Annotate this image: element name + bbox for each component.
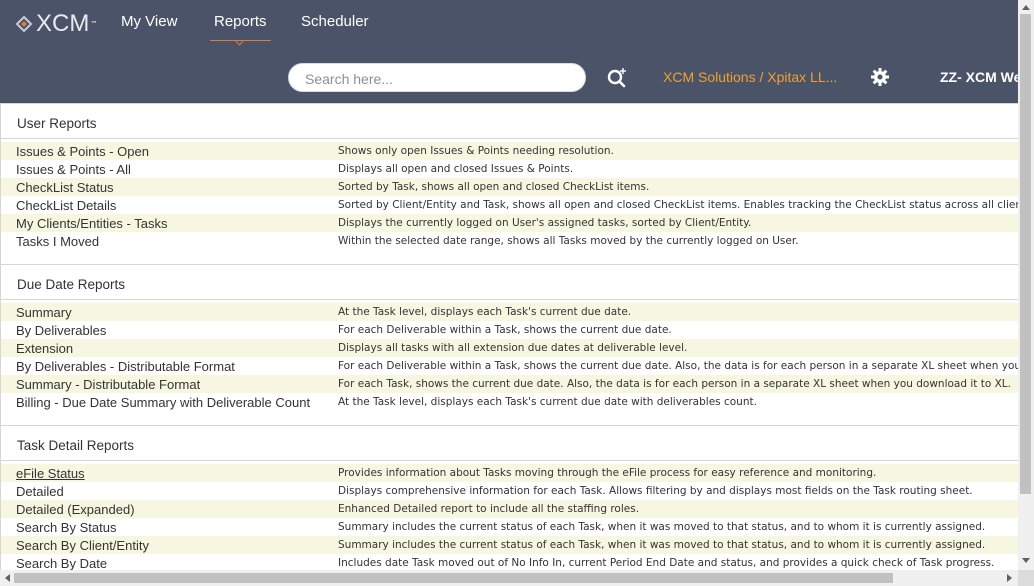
report-name[interactable]: Extension <box>1 341 338 356</box>
report-name[interactable]: CheckList Status <box>1 180 338 195</box>
report-row[interactable]: Billing - Due Date Summary with Delivera… <box>1 393 1018 411</box>
report-description: At the Task level, displays each Task's … <box>338 306 632 318</box>
active-tab-caret-icon <box>234 35 245 46</box>
report-name[interactable]: Billing - Due Date Summary with Delivera… <box>1 395 338 410</box>
report-row[interactable]: Search By Date Includes date Task moved o… <box>1 554 1018 571</box>
report-row[interactable]: Issues & Points - Open Shows only open Is… <box>1 142 1018 160</box>
report-description: Displays all open and closed Issues & Po… <box>338 163 574 175</box>
section-header: Task Detail Reports <box>0 425 1018 461</box>
report-name[interactable]: Summary - Distributable Format <box>1 377 338 392</box>
scroll-left-arrow-icon[interactable] <box>3 573 11 583</box>
report-name[interactable]: eFile Status <box>1 466 338 481</box>
logo-diamond-icon <box>14 14 34 34</box>
scroll-right-arrow-icon[interactable] <box>1006 573 1014 583</box>
report-row[interactable]: eFile Status Provides information about T… <box>1 464 1018 482</box>
logo-trademark: ™ <box>90 20 98 28</box>
vertical-scrollbar-thumb[interactable] <box>1020 14 1031 494</box>
report-description: Summary includes the current status of e… <box>338 521 986 533</box>
nav-scheduler-label: Scheduler <box>301 13 369 30</box>
section-title: User Reports <box>17 116 97 131</box>
nav-reports-label: Reports <box>214 13 267 30</box>
report-description: Shows only open Issues & Points needing … <box>338 145 614 157</box>
report-name[interactable]: Issues & Points - All <box>1 162 338 177</box>
report-name[interactable]: Detailed (Expanded) <box>1 502 338 517</box>
report-row[interactable]: Summary - Distributable Format For each T… <box>1 375 1018 393</box>
section-due-date-reports: Due Date Reports Summary At the Task leve… <box>0 264 1018 425</box>
gear-icon[interactable] <box>870 67 890 87</box>
section-header: User Reports <box>0 103 1018 139</box>
reports-content: User Reports Issues & Points - Open Shows… <box>0 103 1018 570</box>
report-description: Summary includes the current status of e… <box>338 539 986 551</box>
organization-link[interactable]: XCM Solutions / Xpitax LL... <box>663 69 837 85</box>
report-description: Displays comprehensive information for e… <box>338 485 973 497</box>
report-row[interactable]: Tasks I Moved Within the selected date ra… <box>1 232 1018 250</box>
report-row[interactable]: Detailed Displays comprehensive informati… <box>1 482 1018 500</box>
nav-reports[interactable]: Reports <box>210 13 271 46</box>
report-description: Enhanced Detailed report to include all … <box>338 503 640 515</box>
report-name[interactable]: CheckList Details <box>1 198 338 213</box>
logo-text: XCM <box>36 10 90 37</box>
section-title: Task Detail Reports <box>17 438 135 453</box>
report-description: For each Deliverable within a Task, show… <box>338 360 1018 372</box>
report-name[interactable]: My Clients/Entities - Tasks <box>1 216 338 231</box>
report-row[interactable]: CheckList Details Sorted by Client/Entity… <box>1 196 1018 214</box>
user-menu[interactable]: ZZ- XCM We <box>940 69 1018 85</box>
report-description: At the Task level, displays each Task's … <box>338 396 757 408</box>
report-name[interactable]: Summary <box>1 305 338 320</box>
report-row[interactable]: By Deliverables For each Deliverable with… <box>1 321 1018 339</box>
report-description: Displays all tasks with all extension du… <box>338 342 688 354</box>
report-row[interactable]: CheckList Status Sorted by Task, shows al… <box>1 178 1018 196</box>
report-description: Provides information about Tasks moving … <box>338 467 877 479</box>
report-name[interactable]: Detailed <box>1 484 338 499</box>
report-name[interactable]: Tasks I Moved <box>1 234 338 249</box>
scroll-up-arrow-icon[interactable] <box>1021 3 1031 11</box>
nav-my-view[interactable]: My View <box>121 13 177 43</box>
top-header: XCM ™ My View Reports Scheduler XCM Solu… <box>0 0 1018 103</box>
search-add-icon[interactable] <box>606 65 630 89</box>
report-description: Within the selected date range, shows al… <box>338 235 799 247</box>
section-header: Due Date Reports <box>0 264 1018 300</box>
report-row[interactable]: Search By Status Summary includes the cur… <box>1 518 1018 536</box>
scroll-down-arrow-icon[interactable] <box>1021 557 1031 565</box>
horizontal-scrollbar-thumb[interactable] <box>14 573 893 583</box>
section-user-reports: User Reports Issues & Points - Open Shows… <box>0 103 1018 264</box>
search-input[interactable] <box>303 64 567 93</box>
report-name[interactable]: By Deliverables - Distributable Format <box>1 359 338 374</box>
nav-my-view-label: My View <box>121 13 178 30</box>
report-description: Displays the currently logged on User's … <box>338 217 752 229</box>
report-description: Sorted by Task, shows all open and close… <box>338 181 650 193</box>
report-name[interactable]: By Deliverables <box>1 323 338 338</box>
report-row[interactable]: My Clients/Entities - Tasks Displays the … <box>1 214 1018 232</box>
report-name[interactable]: Search By Client/Entity <box>1 538 338 553</box>
scrollbar-corner <box>1018 570 1034 586</box>
report-row[interactable]: Issues & Points - All Displays all open a… <box>1 160 1018 178</box>
section-title: Due Date Reports <box>17 277 126 292</box>
report-row[interactable]: Detailed (Expanded) Enhanced Detailed rep… <box>1 500 1018 518</box>
report-row[interactable]: By Deliverables - Distributable Format Fo… <box>1 357 1018 375</box>
nav-scheduler[interactable]: Scheduler <box>301 13 369 43</box>
report-row[interactable]: Search By Client/Entity Summary includes … <box>1 536 1018 554</box>
report-name[interactable]: Issues & Points - Open <box>1 144 338 159</box>
report-row[interactable]: Summary At the Task level, displays each … <box>1 303 1018 321</box>
report-row[interactable]: Extension Displays all tasks with all ext… <box>1 339 1018 357</box>
report-description: For each Task, shows the current due dat… <box>338 378 1011 390</box>
report-name[interactable]: Search By Date <box>1 556 338 571</box>
report-description: Sorted by Client/Entity and Task, shows … <box>338 199 1018 211</box>
search-field[interactable] <box>288 63 586 93</box>
report-description: Includes date Task moved out of No Info … <box>338 557 995 569</box>
section-task-detail-reports: Task Detail Reports eFile Status Provides… <box>0 425 1018 570</box>
report-description: For each Deliverable within a Task, show… <box>338 324 672 336</box>
report-name[interactable]: Search By Status <box>1 520 338 535</box>
xcm-logo[interactable]: XCM ™ <box>14 10 97 38</box>
